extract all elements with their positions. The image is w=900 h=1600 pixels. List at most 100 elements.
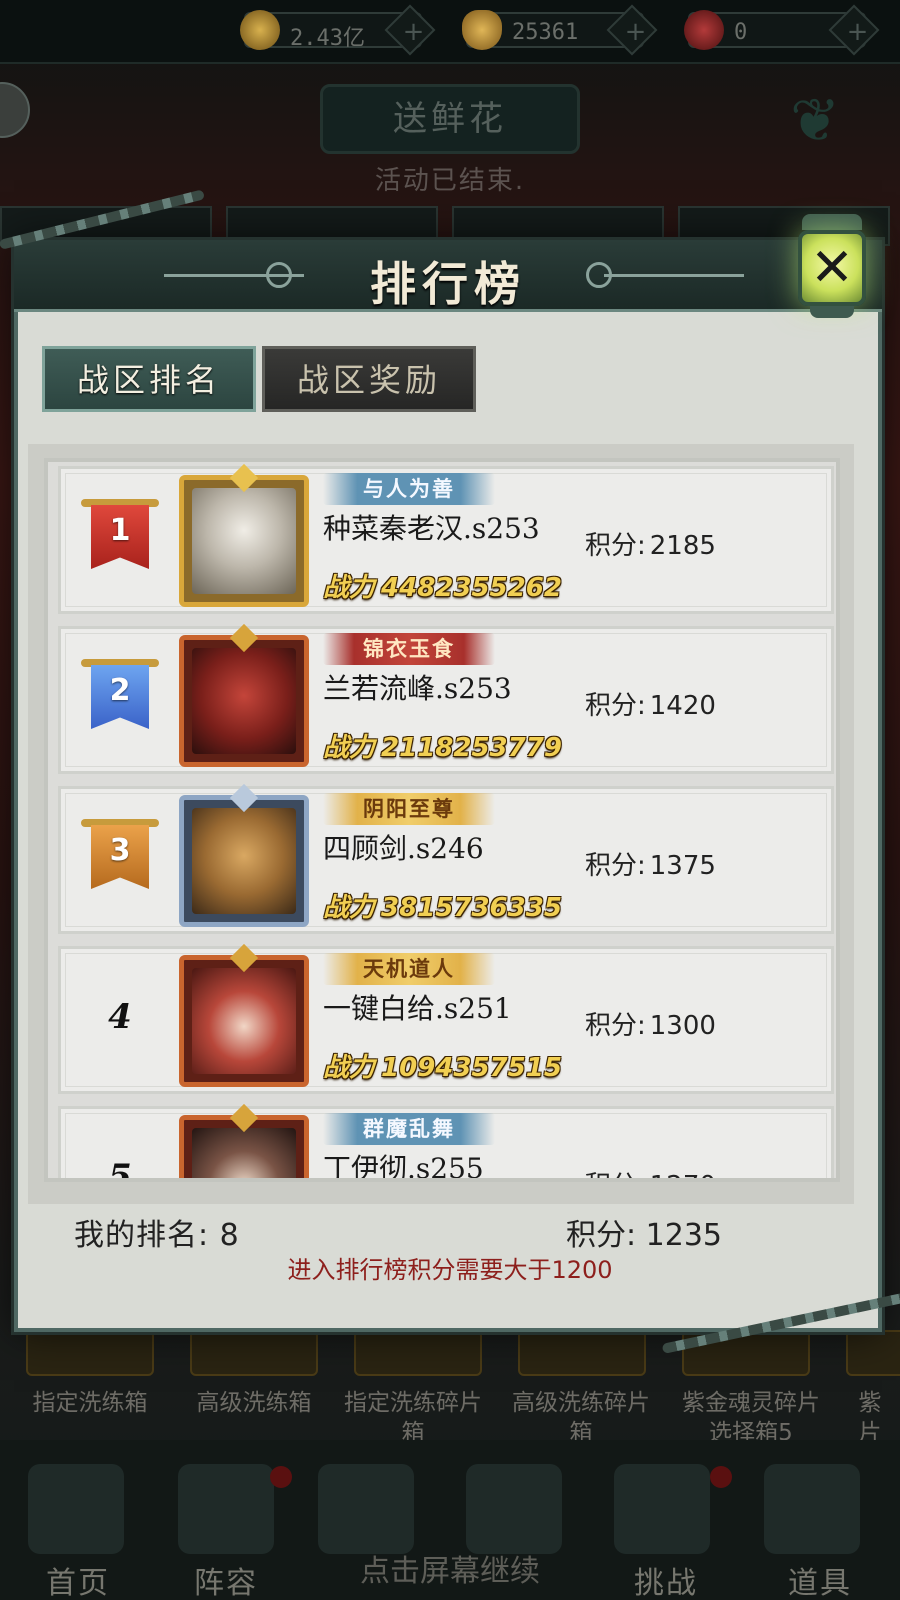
- tap-to-continue-text[interactable]: 点击屏幕继续: [320, 1546, 580, 1590]
- item-box[interactable]: [846, 1330, 900, 1376]
- my-score: 积分: 1235: [566, 1210, 722, 1254]
- game-screen: 2.43亿 25361 0 送鲜花 ❦ 活动已结束. 指定洗练箱 高级洗练箱 指…: [0, 0, 900, 1600]
- combat-power: 战力 2118253779: [323, 727, 583, 764]
- rank-number: 5: [108, 1157, 132, 1182]
- combat-power: 战力 1094357515: [323, 1047, 583, 1084]
- notification-dot: [710, 1466, 732, 1488]
- rank-1-flag-icon: 1: [81, 499, 159, 577]
- avatar[interactable]: [179, 943, 309, 1087]
- avatar[interactable]: [179, 1103, 309, 1178]
- add-ingot-button[interactable]: [606, 4, 658, 56]
- avatar[interactable]: [179, 623, 309, 767]
- nav-label-home: 首页: [46, 1566, 110, 1600]
- score-label: 积分:: [585, 531, 646, 561]
- rose-icon: [684, 10, 724, 50]
- item-box[interactable]: [26, 1330, 154, 1376]
- ranking-row[interactable]: 2 锦衣玉食 兰若流峰.s253 战力 2118253779 积分: 1420: [58, 623, 834, 774]
- event-title: 送鲜花: [393, 99, 507, 139]
- ranking-row[interactable]: 1 与人为善 种菜秦老汉.s253 战力 4482355262 积分: 2185: [58, 463, 834, 614]
- player-name: 一键白给.s251: [323, 992, 512, 1025]
- add-rose-button[interactable]: [828, 4, 880, 56]
- rank-3-flag-icon: 3: [81, 819, 159, 897]
- lantern-bottom: [810, 306, 854, 318]
- score: 积分: 2185: [585, 525, 785, 562]
- rose-resource: 0: [684, 4, 880, 56]
- crossed-swords-icon[interactable]: [466, 1464, 562, 1554]
- score-value: 1420: [649, 691, 716, 721]
- score-value: 1270: [650, 1171, 716, 1178]
- my-rank-value: 8: [219, 1218, 240, 1253]
- lantern-top: [802, 214, 862, 230]
- rank-number: 3: [109, 833, 131, 868]
- my-rank-label: 我的排名:: [74, 1218, 210, 1253]
- ranking-row[interactable]: 4 天机道人 一键白给.s251 战力 1094357515 积分: 1300: [58, 943, 834, 1094]
- ranking-list[interactable]: 1 与人为善 种菜秦老汉.s253 战力 4482355262 积分: 2185 2: [44, 458, 840, 1182]
- gold-ingot-icon: [462, 10, 502, 50]
- score-value: 1375: [649, 851, 716, 881]
- player-name: 种菜秦老汉.s253: [323, 512, 540, 545]
- combat-power: 战力 3815736335: [323, 887, 583, 924]
- ingot-value: 25361: [512, 20, 579, 45]
- bag-icon[interactable]: [764, 1464, 860, 1554]
- item-box[interactable]: [518, 1330, 646, 1376]
- tab-zone-rewards[interactable]: 战区奖励: [262, 346, 476, 412]
- close-x-icon: ✕: [810, 238, 854, 298]
- score-value: 2185: [649, 531, 716, 561]
- item-label: 紫金魂灵碎片选择箱5: [682, 1390, 820, 1446]
- lineup-icon[interactable]: [178, 1464, 274, 1554]
- power-value: 1094357515: [381, 1053, 562, 1083]
- ranking-row[interactable]: 5 群魔乱舞 丁伊彻.s255 积分: 1270: [58, 1103, 834, 1182]
- red-faced-general-portrait: [192, 648, 296, 754]
- avatar[interactable]: [179, 783, 309, 927]
- item-box[interactable]: [354, 1330, 482, 1376]
- power-label: 战力: [323, 573, 376, 603]
- my-score-value: 1235: [645, 1218, 723, 1253]
- score: 积分: 1420: [585, 685, 785, 722]
- item-label: 高级洗练箱: [196, 1390, 312, 1416]
- combat-power: 战力 4482355262: [323, 567, 583, 604]
- power-value: 3815736335: [381, 893, 562, 923]
- entry-requirement-text: 进入排行榜积分需要大于1200: [287, 1256, 613, 1284]
- nav-label-challenge: 挑战: [634, 1566, 698, 1600]
- add-coin-button[interactable]: [384, 4, 436, 56]
- title-badge: 群魔乱舞: [323, 1113, 495, 1145]
- ingot-resource: 25361: [462, 4, 658, 56]
- modal-header: 排行榜: [14, 240, 882, 312]
- title-badge: 锦衣玉食: [323, 633, 495, 665]
- scroll-icon[interactable]: [614, 1464, 710, 1554]
- rank-number: 2: [109, 673, 131, 708]
- player-name: 兰若流峰.s253: [323, 672, 512, 705]
- score-value: 1300: [649, 1011, 716, 1041]
- tab-label: 战区奖励: [296, 361, 441, 399]
- long-haired-youth-portrait: [192, 1128, 296, 1178]
- ranking-row[interactable]: 3 阴阳至尊 四顾剑.s246 战力 3815736335 积分: 1375: [58, 783, 834, 934]
- score-label: 积分:: [585, 1011, 646, 1041]
- home-icon[interactable]: [28, 1464, 124, 1554]
- crowned-lady-portrait: [192, 968, 296, 1074]
- rank-2-flag-icon: 2: [81, 659, 159, 737]
- power-label: 战力: [323, 1053, 376, 1083]
- score-label: 积分:: [585, 851, 646, 881]
- expand-arrow-icon[interactable]: [0, 82, 30, 138]
- coin-icon: [240, 10, 280, 50]
- tab-zone-ranking[interactable]: 战区排名: [42, 346, 256, 412]
- item-box[interactable]: [190, 1330, 318, 1376]
- close-button[interactable]: ✕: [796, 214, 868, 318]
- event-title-plate: 送鲜花: [320, 84, 580, 154]
- emblem-icon: ❦: [790, 86, 841, 156]
- white-bearded-elder-portrait: [192, 488, 296, 594]
- score-label: 积分:: [585, 691, 646, 721]
- avatar[interactable]: [179, 463, 309, 607]
- player-name: 丁伊彻.s255: [323, 1152, 484, 1182]
- swords-icon[interactable]: [318, 1464, 414, 1554]
- power-label: 战力: [323, 893, 376, 923]
- rank-number: 1: [109, 513, 131, 548]
- player-name: 四顾剑.s246: [323, 832, 484, 865]
- tiger-warrior-portrait: [192, 808, 296, 914]
- rose-value: 0: [734, 20, 748, 45]
- score: 积分: 1375: [585, 845, 785, 882]
- nav-label-items: 道具: [788, 1566, 852, 1600]
- notification-dot: [270, 1466, 292, 1488]
- coin-value: 2.43亿: [290, 26, 365, 51]
- power-label: 战力: [323, 733, 376, 763]
